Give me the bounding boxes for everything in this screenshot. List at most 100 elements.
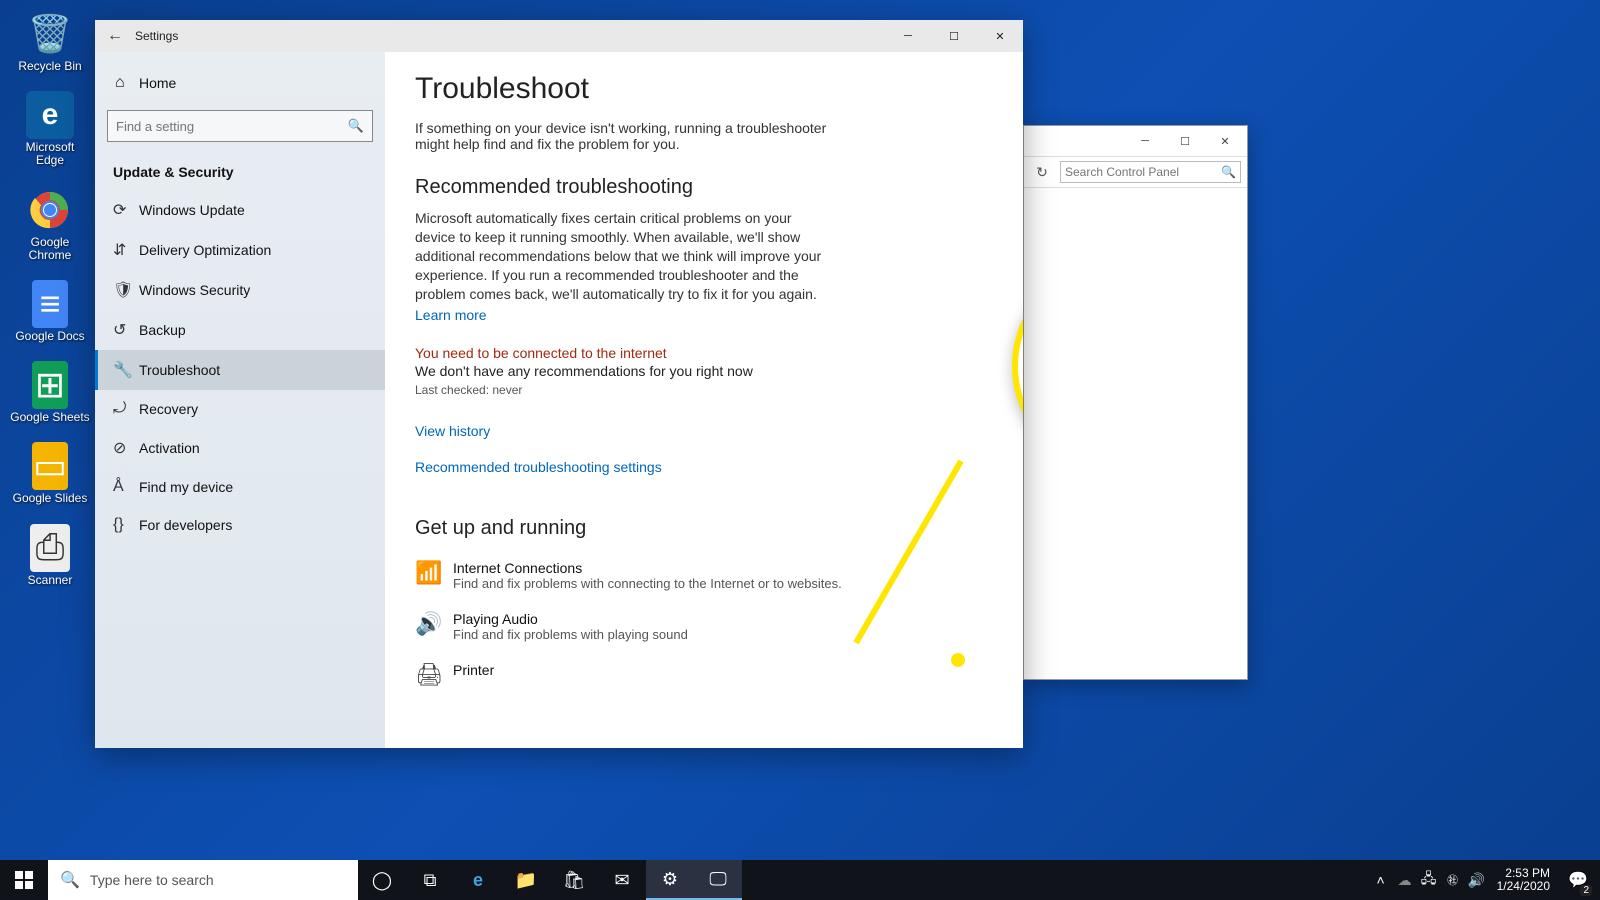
control-panel-search[interactable]: 🔍 — [1060, 161, 1241, 183]
search-icon: 🔍 — [60, 870, 80, 890]
sidebar-item-backup[interactable]: ↺Backup — [95, 310, 385, 350]
troubleshooter-printer[interactable]: 🖨 Printer — [415, 652, 993, 698]
maximize-button[interactable]: ☐ — [931, 20, 977, 52]
desktop-icon-label: Google Docs — [15, 330, 84, 343]
sidebar-item-label: Find my device — [139, 479, 233, 495]
mail-icon[interactable]: ✉ — [598, 860, 646, 900]
view-history-link[interactable]: View history — [415, 423, 490, 439]
troubleshooter-title: Playing Audio — [453, 611, 688, 627]
troubleshooter-title: Internet Connections — [453, 560, 842, 576]
desktop-icon-label: Scanner — [28, 574, 73, 587]
sidebar-item-label: Delivery Optimization — [139, 242, 271, 258]
recommended-heading: Recommended troubleshooting — [415, 176, 993, 199]
sidebar-item-activation[interactable]: ⊘Activation — [95, 428, 385, 468]
sidebar-item-windows-security[interactable]: 🛡Windows Security — [95, 270, 385, 310]
tray-chevron-icon[interactable]: ˄ — [1369, 872, 1393, 888]
close-button[interactable]: ✕ — [977, 20, 1023, 52]
sidebar-item-label: Recovery — [139, 401, 198, 417]
page-title: Troubleshoot — [415, 72, 993, 106]
troubleshooter-title: Printer — [453, 662, 494, 678]
page-lead: If something on your device isn't workin… — [415, 120, 845, 152]
recovery-icon: ⤾ — [113, 400, 139, 418]
sidebar-item-recovery[interactable]: ⤾Recovery — [95, 390, 385, 428]
speaker-icon: 🔊 — [415, 611, 453, 642]
google-slides-icon: ▭ — [32, 442, 68, 490]
close-button[interactable]: ✕ — [1205, 127, 1245, 155]
recommended-settings-link[interactable]: Recommended troubleshooting settings — [415, 459, 662, 475]
tray-volume-icon[interactable]: 🔊 — [1465, 872, 1489, 889]
learn-more-link[interactable]: Learn more — [415, 307, 487, 323]
start-button[interactable] — [0, 860, 48, 900]
sidebar-item-troubleshoot[interactable]: 🔧Troubleshoot — [95, 350, 385, 390]
recommended-body: Microsoft automatically fixes certain cr… — [415, 209, 835, 303]
activation-icon: ⊘ — [113, 438, 139, 458]
desktop-icon-chrome[interactable]: Google Chrome — [10, 186, 90, 262]
desktop-icon-slides[interactable]: ▭ Google Slides — [10, 442, 90, 505]
desktop-icon-edge[interactable]: e Microsoft Edge — [10, 91, 90, 167]
scanner-icon: ⎙ — [30, 524, 70, 572]
desktop-icon-label: Recycle Bin — [18, 60, 81, 73]
cortana-icon[interactable]: ◯ — [358, 860, 406, 900]
sidebar-item-label: Activation — [139, 440, 200, 456]
taskbar-search-placeholder: Type here to search — [90, 872, 214, 888]
sidebar-category: Update & Security — [95, 150, 385, 190]
desktop-icon-label: Google Sheets — [10, 411, 89, 424]
window-title: Settings — [135, 29, 178, 43]
control-panel-search-input[interactable] — [1065, 165, 1221, 179]
settings-main: Troubleshoot If something on your device… — [385, 52, 1023, 748]
sidebar-item-label: For developers — [139, 517, 232, 533]
file-explorer-icon[interactable]: 📁 — [502, 860, 550, 900]
maximize-button[interactable]: ☐ — [1165, 127, 1205, 155]
microsoft-store-icon[interactable]: 🛍 — [550, 860, 598, 900]
tray-language-icon[interactable]: ㊓ — [1441, 872, 1465, 888]
edge-icon: e — [26, 91, 74, 139]
printer-icon: 🖨 — [415, 662, 453, 688]
sidebar-item-for-developers[interactable]: {}For developers — [95, 506, 385, 544]
home-icon: ⌂ — [115, 74, 139, 92]
taskbar-settings-icon[interactable]: ⚙ — [646, 860, 694, 900]
troubleshooter-desc: Find and fix problems with playing sound — [453, 627, 688, 642]
settings-search[interactable]: 🔍 — [107, 110, 373, 142]
magnifier-callout: p and running Internet Connections Find … — [1012, 258, 1023, 474]
sidebar-item-label: Windows Security — [139, 282, 250, 298]
sidebar-item-find-my-device[interactable]: ÅFind my device — [95, 468, 385, 506]
sidebar-item-windows-update[interactable]: ⟳Windows Update — [95, 190, 385, 230]
back-button[interactable]: ← — [107, 27, 135, 45]
chrome-icon — [26, 186, 74, 234]
action-center-icon[interactable]: 💬2 — [1558, 860, 1598, 900]
sidebar-home-label: Home — [139, 75, 176, 91]
tray-network-icon[interactable]: 🖧 — [1417, 868, 1441, 892]
callout-dot — [951, 653, 965, 667]
last-checked: Last checked: never — [415, 383, 993, 397]
taskbar-edge-icon[interactable]: e — [454, 860, 502, 900]
error-text: You need to be connected to the internet — [415, 345, 993, 361]
sync-icon: ⟳ — [113, 200, 139, 220]
settings-search-input[interactable] — [116, 119, 348, 134]
wifi-icon: 📶 — [415, 560, 453, 591]
sidebar-item-label: Backup — [139, 322, 186, 338]
minimize-button[interactable]: ─ — [1125, 127, 1165, 155]
sidebar-item-delivery-optimization[interactable]: ⇵Delivery Optimization — [95, 230, 385, 270]
desktop-icon-label: Google Chrome — [10, 236, 90, 262]
taskbar-search[interactable]: 🔍 Type here to search — [48, 860, 358, 900]
sidebar-item-label: Troubleshoot — [139, 362, 220, 378]
desktop-icon-docs[interactable]: ≡ Google Docs — [10, 280, 90, 343]
taskbar-clock[interactable]: 2:53 PM 1/24/2020 — [1489, 867, 1558, 893]
tray-onedrive-icon[interactable]: ☁ — [1393, 872, 1417, 889]
sidebar-home[interactable]: ⌂ Home — [95, 64, 385, 102]
desktop-icon-recycle-bin[interactable]: 🗑️ Recycle Bin — [10, 10, 90, 73]
search-icon: 🔍 — [348, 118, 364, 134]
search-icon: 🔍 — [1221, 165, 1236, 179]
task-view-icon[interactable]: ⧉ — [406, 860, 454, 900]
taskbar-control-panel-icon[interactable]: 🖵 — [694, 860, 742, 900]
system-tray: ˄ ☁ 🖧 ㊓ 🔊 2:53 PM 1/24/2020 💬2 — [1369, 860, 1600, 900]
shield-icon: 🛡 — [113, 280, 139, 300]
troubleshooter-playing-audio[interactable]: 🔊 Playing Audio Find and fix problems wi… — [415, 601, 993, 652]
backup-icon: ↺ — [113, 320, 139, 340]
refresh-icon[interactable]: ↻ — [1030, 164, 1054, 181]
desktop-icon-sheets[interactable]: ⊞ Google Sheets — [10, 361, 90, 424]
minimize-button[interactable]: ─ — [885, 20, 931, 52]
desktop-icon-scanner[interactable]: ⎙ Scanner — [10, 524, 90, 587]
notification-badge: 2 — [1580, 885, 1592, 896]
control-panel-window: ─ ☐ ✕ ↻ 🔍 — [1023, 125, 1248, 680]
